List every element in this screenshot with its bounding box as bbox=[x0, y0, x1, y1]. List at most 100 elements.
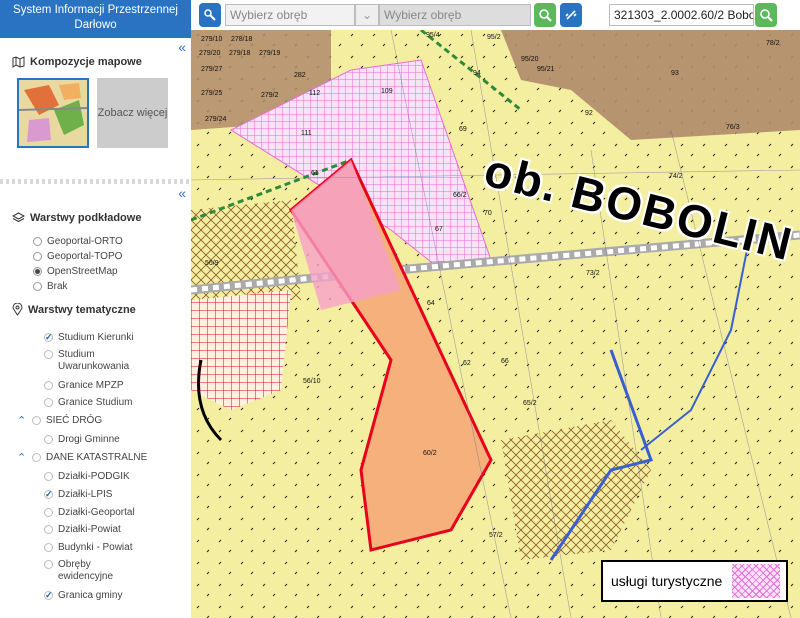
layer-label: Działki-PODGIK bbox=[58, 471, 130, 482]
layer-checkbox-row[interactable]: Działki-Powiat bbox=[44, 524, 121, 536]
layer-checkbox-row[interactable]: Działki-Geoportal bbox=[44, 507, 135, 519]
base-layer-label: Geoportal-TOPO bbox=[47, 251, 123, 262]
base-layer-option[interactable]: OpenStreetMap bbox=[33, 266, 118, 278]
parcel-label: 56/10 bbox=[303, 378, 321, 385]
group-label: SIEĆ DRÓG bbox=[46, 415, 103, 426]
map-icon bbox=[12, 56, 25, 68]
checkbox[interactable] bbox=[32, 453, 41, 462]
parcel-label: 62 bbox=[463, 360, 471, 367]
layer-group-row[interactable]: ⌃ DANE KATASTRALNE bbox=[17, 452, 147, 464]
see-more-button[interactable]: Zobacz więcej bbox=[97, 78, 168, 148]
parcel-label: 57/2 bbox=[489, 532, 503, 539]
location-pin-icon bbox=[12, 303, 23, 316]
checkbox[interactable] bbox=[44, 560, 53, 569]
layer-group-row[interactable]: ⌃ SIEĆ DRÓG bbox=[17, 415, 102, 427]
thematic-layers-header: Warstwy tematyczne bbox=[12, 303, 136, 316]
radio-button[interactable] bbox=[33, 237, 42, 246]
legend-label: usługi turystyczne bbox=[611, 573, 723, 589]
group-label: DANE KATASTRALNE bbox=[46, 452, 148, 463]
toolbar: Wybierz obręb ⌄ Wybierz obręb 321303_2.0… bbox=[191, 0, 800, 30]
parcel-label: 95/21 bbox=[537, 66, 555, 73]
radio-button[interactable] bbox=[33, 252, 42, 261]
legend-swatch bbox=[732, 564, 781, 598]
parcel-label: 92 bbox=[585, 110, 593, 117]
parcel-label: 60/2 bbox=[423, 450, 437, 457]
checkbox[interactable] bbox=[44, 350, 53, 359]
chevron-down-icon[interactable]: ⌄ bbox=[355, 4, 379, 26]
layer-checkbox-row[interactable]: ✓ Granica gminy bbox=[44, 590, 122, 602]
layer-label: Drogi Gminne bbox=[58, 434, 120, 445]
layer-checkbox-row[interactable]: Budynki - Powiat bbox=[44, 542, 132, 554]
parcel-search-button[interactable] bbox=[755, 3, 777, 27]
chevron-up-icon[interactable]: ⌃ bbox=[17, 452, 27, 464]
layer-label: Granice Studium bbox=[58, 397, 133, 408]
checkbox[interactable] bbox=[44, 525, 53, 534]
left-panel: « Kompozycje mapowe Zobacz więcej « Wars… bbox=[0, 38, 191, 618]
base-layer-label: Brak bbox=[47, 281, 68, 292]
radio-button[interactable] bbox=[33, 282, 42, 291]
check-icon[interactable]: ✓ bbox=[44, 591, 53, 600]
checkbox[interactable] bbox=[32, 416, 41, 425]
base-layer-label: Geoportal-ORTO bbox=[47, 236, 123, 247]
parcel-label: 279/18 bbox=[229, 50, 251, 57]
parcel-label: 111 bbox=[301, 130, 312, 137]
layer-checkbox-row[interactable]: Granice MPZP bbox=[44, 380, 124, 392]
checkbox[interactable] bbox=[44, 398, 53, 407]
parcel-label: 67 bbox=[435, 226, 443, 233]
obreb-search-input[interactable]: Wybierz obręb bbox=[379, 4, 531, 26]
parcel-label: 95/2 bbox=[487, 34, 501, 41]
layer-checkbox-row[interactable]: Drogi Gminne bbox=[44, 434, 120, 446]
layer-checkbox-row[interactable]: Granice Studium bbox=[44, 397, 132, 409]
checkbox[interactable] bbox=[44, 543, 53, 552]
layers-icon bbox=[12, 212, 25, 223]
layer-label: Działki-Powiat bbox=[58, 524, 121, 535]
parcel-label: 66 bbox=[501, 358, 509, 365]
check-icon[interactable]: ✓ bbox=[44, 333, 53, 342]
layer-label: Działki-Geoportal bbox=[58, 507, 135, 518]
search-button[interactable] bbox=[534, 3, 556, 27]
collapse-compositions-icon[interactable]: « bbox=[178, 40, 186, 54]
layer-label: Budynki - Powiat bbox=[58, 542, 133, 553]
parcel-label: 76/3 bbox=[726, 124, 740, 131]
base-layer-option[interactable]: Geoportal-TOPO bbox=[33, 251, 122, 263]
layer-checkbox-row[interactable]: Studium Uwarunkowania bbox=[44, 349, 164, 373]
base-layers-heading: Warstwy podkładowe bbox=[30, 212, 142, 224]
parcel-label: 112 bbox=[309, 90, 321, 97]
composition-thumbnail[interactable] bbox=[17, 78, 89, 148]
parcel-label: 279/27 bbox=[201, 66, 223, 73]
map-canvas[interactable]: 279/10 278/18 279/19 279/18 279/20 279/2… bbox=[191, 30, 800, 618]
parcel-label: 95/4 bbox=[426, 32, 440, 39]
parcel-label: 65/2 bbox=[523, 400, 537, 407]
parcel-label: 282 bbox=[294, 72, 306, 79]
measure-tool-button[interactable] bbox=[199, 3, 221, 27]
parcel-label: 279/2 bbox=[261, 92, 279, 99]
link-tool-button[interactable] bbox=[560, 3, 582, 27]
parcel-label: 279/19 bbox=[259, 50, 281, 57]
parcel-label: 70 bbox=[484, 210, 492, 217]
chevron-up-icon[interactable]: ⌃ bbox=[17, 415, 27, 427]
radio-button-selected[interactable] bbox=[33, 267, 42, 276]
layer-checkbox-row[interactable]: Obręby ewidencyjne bbox=[44, 559, 164, 583]
parcel-label: 279/10 bbox=[201, 36, 223, 43]
obreb-select[interactable]: Wybierz obręb bbox=[225, 4, 355, 26]
base-layer-option[interactable]: Brak bbox=[33, 281, 68, 293]
parcel-search-input[interactable]: 321303_2.0002.60/2 Boboli bbox=[609, 4, 754, 26]
layer-label: Obręby ewidencyjne bbox=[58, 559, 114, 582]
checkbox[interactable] bbox=[44, 508, 53, 517]
checkbox[interactable] bbox=[44, 435, 53, 444]
parcel-label: 78/2 bbox=[766, 40, 780, 47]
layer-checkbox-row[interactable]: ✓ Działki-LPIS bbox=[44, 489, 112, 501]
search-icon bbox=[539, 9, 552, 22]
layer-checkbox-row[interactable]: ✓ Studium Kierunki bbox=[44, 332, 134, 344]
ruler-icon bbox=[204, 9, 216, 21]
app-title: System Informacji Przestrzennej Darłowo bbox=[0, 0, 191, 38]
layer-checkbox-row[interactable]: Działki-PODGIK bbox=[44, 471, 130, 483]
checkbox[interactable] bbox=[44, 472, 53, 481]
base-layer-option[interactable]: Geoportal-ORTO bbox=[33, 236, 123, 248]
check-icon[interactable]: ✓ bbox=[44, 490, 53, 499]
parcel-label: 109 bbox=[381, 88, 393, 95]
layer-label: Studium Kierunki bbox=[58, 332, 134, 343]
parcel-label: 74/2 bbox=[669, 173, 683, 180]
collapse-layers-icon[interactable]: « bbox=[178, 186, 186, 200]
checkbox[interactable] bbox=[44, 381, 53, 390]
